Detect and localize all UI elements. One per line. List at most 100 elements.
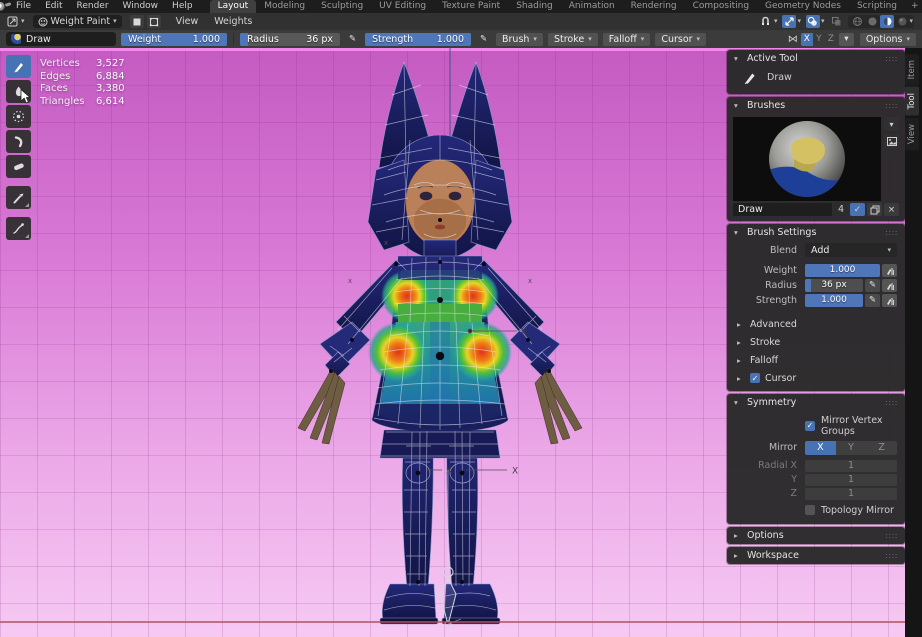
workspace-tab-animation[interactable]: Animation — [561, 0, 623, 13]
radius-slider[interactable]: Radius 36 px — [240, 33, 340, 46]
weight-slider[interactable]: Weight 1.000 — [121, 33, 227, 46]
cursor-checkbox[interactable]: ✓ — [750, 373, 760, 383]
snap-toggle[interactable] — [759, 15, 773, 28]
brushes-panel-header[interactable]: ▾ Brushes :::: — [727, 97, 905, 114]
radial-z-field[interactable]: 1 — [805, 488, 897, 500]
radial-x-field[interactable]: 1 — [805, 460, 897, 472]
sidebar-tab-view[interactable]: View — [905, 118, 919, 150]
workspace-tab-compositing[interactable]: Compositing — [685, 0, 757, 13]
advanced-subpanel[interactable]: ▸ Advanced — [727, 315, 905, 333]
brush-name-field[interactable]: Draw — [733, 203, 832, 216]
overlays-chevron-icon[interactable]: ▾ — [821, 18, 825, 25]
mirror-vertex-groups-checkbox[interactable]: ✓ — [805, 421, 815, 431]
radial-y-field[interactable]: 1 — [805, 474, 897, 486]
radius-pressure-toggle[interactable]: ✎ — [345, 33, 360, 46]
shading-rendered-button[interactable] — [895, 15, 909, 28]
mirror-z-button[interactable]: Z — [825, 33, 837, 46]
panel-radius-slider[interactable]: 36 px — [805, 279, 863, 292]
workspace-tab-geometry-nodes[interactable]: Geometry Nodes — [757, 0, 849, 13]
mirror-more-dropdown[interactable]: ▾ — [839, 33, 854, 46]
workspace-tab-modeling[interactable]: Modeling — [256, 0, 313, 13]
proportional-edit-toggle[interactable] — [782, 15, 796, 28]
radius-pressure-toggle[interactable]: ✎ — [865, 279, 880, 292]
menu-view[interactable]: View — [169, 13, 206, 30]
active-tool-panel-header[interactable]: ▾ Active Tool :::: — [727, 50, 905, 67]
symmetry-y-button[interactable]: Y — [836, 441, 867, 455]
strength-brush-mapping-button[interactable] — [882, 294, 897, 307]
proportional-chevron-icon[interactable]: ▾ — [797, 18, 801, 25]
fake-user-shield-toggle[interactable]: ✓ — [850, 203, 865, 216]
workspace-tab-sculpting[interactable]: Sculpting — [313, 0, 371, 13]
cursor-popover[interactable]: Cursor▾ — [655, 33, 706, 46]
tool-gradient-button[interactable] — [6, 155, 31, 178]
falloff-subpanel[interactable]: ▸ Falloff — [727, 351, 905, 369]
add-workspace-button[interactable]: + — [905, 0, 922, 13]
strength-pressure-toggle[interactable]: ✎ — [476, 33, 491, 46]
workspace-tab-uv-editing[interactable]: UV Editing — [371, 0, 434, 13]
tool-annotate-button[interactable] — [6, 217, 31, 240]
editor-type-selector[interactable] — [5, 15, 19, 28]
menu-edit[interactable]: Edit — [38, 0, 69, 13]
menu-weights[interactable]: Weights — [207, 13, 259, 30]
active-tool-button[interactable]: Draw — [6, 32, 116, 46]
blend-mode-dropdown[interactable]: Add ▾ — [805, 243, 897, 257]
options-popover[interactable]: Options ▾ — [860, 33, 916, 46]
symmetry-z-button[interactable]: Z — [866, 441, 897, 455]
panel-strength-slider[interactable]: 1.000 — [805, 294, 863, 307]
panel-weight-slider[interactable]: 1.000 — [805, 264, 880, 277]
weight-brush-mapping-button[interactable] — [882, 264, 897, 277]
tool-smear-button[interactable] — [6, 130, 31, 153]
symmetry-panel-header[interactable]: ▾ Symmetry :::: — [727, 394, 905, 411]
unlink-brush-button[interactable]: × — [884, 203, 899, 216]
menu-file[interactable]: File — [9, 0, 38, 13]
falloff-popover[interactable]: Falloff▾ — [603, 33, 651, 46]
mirror-x-button[interactable]: X — [801, 33, 813, 46]
shading-chevron-icon[interactable]: ▾ — [909, 18, 913, 25]
sidebar-tab-tool[interactable]: Tool — [905, 87, 919, 116]
workspace-panel-header[interactable]: ▸ Workspace :::: — [727, 547, 905, 564]
workspace-tab-shading[interactable]: Shading — [508, 0, 561, 13]
mirror-y-button[interactable]: Y — [813, 33, 825, 46]
brush-select-dropdown[interactable]: ▾ — [884, 117, 899, 131]
tool-draw-button[interactable] — [6, 55, 31, 78]
workspace-tab-layout[interactable]: Layout — [210, 0, 257, 13]
drag-handle[interactable]: :::: — [885, 54, 898, 63]
workspace-tab-rendering[interactable]: Rendering — [623, 0, 685, 13]
topology-mirror-checkbox[interactable] — [805, 505, 815, 515]
shading-material-button[interactable] — [880, 15, 894, 28]
mode-selector[interactable]: Weight Paint ▾ — [33, 15, 122, 28]
drag-handle[interactable]: :::: — [885, 398, 898, 407]
shading-wireframe-button[interactable] — [850, 15, 864, 28]
menu-render[interactable]: Render — [70, 0, 116, 13]
brush-popover[interactable]: Brush▾ — [496, 33, 543, 46]
options-panel-header[interactable]: ▸ Options :::: — [727, 527, 905, 544]
cursor-subpanel[interactable]: ▸ ✓ Cursor — [727, 369, 905, 391]
duplicate-brush-button[interactable] — [867, 203, 882, 216]
snap-chevron-icon[interactable]: ▾ — [774, 18, 778, 25]
radius-brush-mapping-button[interactable] — [882, 279, 897, 292]
stroke-subpanel[interactable]: ▸ Stroke — [727, 333, 905, 351]
brush-user-count[interactable]: 4 — [834, 203, 848, 216]
drag-handle[interactable]: :::: — [885, 101, 898, 110]
tool-sample-weight-button[interactable] — [6, 186, 31, 209]
paint-mask-vertex-toggle[interactable] — [147, 15, 161, 28]
3d-viewport[interactable]: X X X x x x Vertices3,527 — [0, 48, 922, 637]
shading-solid-button[interactable] — [865, 15, 879, 28]
strength-pressure-toggle[interactable]: ✎ — [865, 294, 880, 307]
brush-image-button[interactable] — [884, 134, 899, 148]
sidebar-tab-item[interactable]: Item — [905, 54, 919, 85]
drag-handle[interactable]: :::: — [885, 228, 898, 237]
symmetry-x-button[interactable]: X — [805, 441, 836, 455]
workspace-tab-scripting[interactable]: Scripting — [849, 0, 905, 13]
strength-slider[interactable]: Strength 1.000 — [365, 33, 471, 46]
show-overlays-toggle[interactable] — [806, 15, 820, 28]
xray-toggle[interactable] — [829, 15, 843, 28]
drag-handle[interactable]: :::: — [885, 531, 898, 540]
brush-settings-panel-header[interactable]: ▾ Brush Settings :::: — [727, 224, 905, 241]
brush-preview[interactable] — [733, 117, 881, 201]
stroke-popover[interactable]: Stroke▾ — [548, 33, 598, 46]
workspace-tab-texture-paint[interactable]: Texture Paint — [434, 0, 508, 13]
paint-mask-face-toggle[interactable] — [130, 15, 144, 28]
menu-help[interactable]: Help — [165, 0, 200, 13]
drag-handle[interactable]: :::: — [885, 551, 898, 560]
